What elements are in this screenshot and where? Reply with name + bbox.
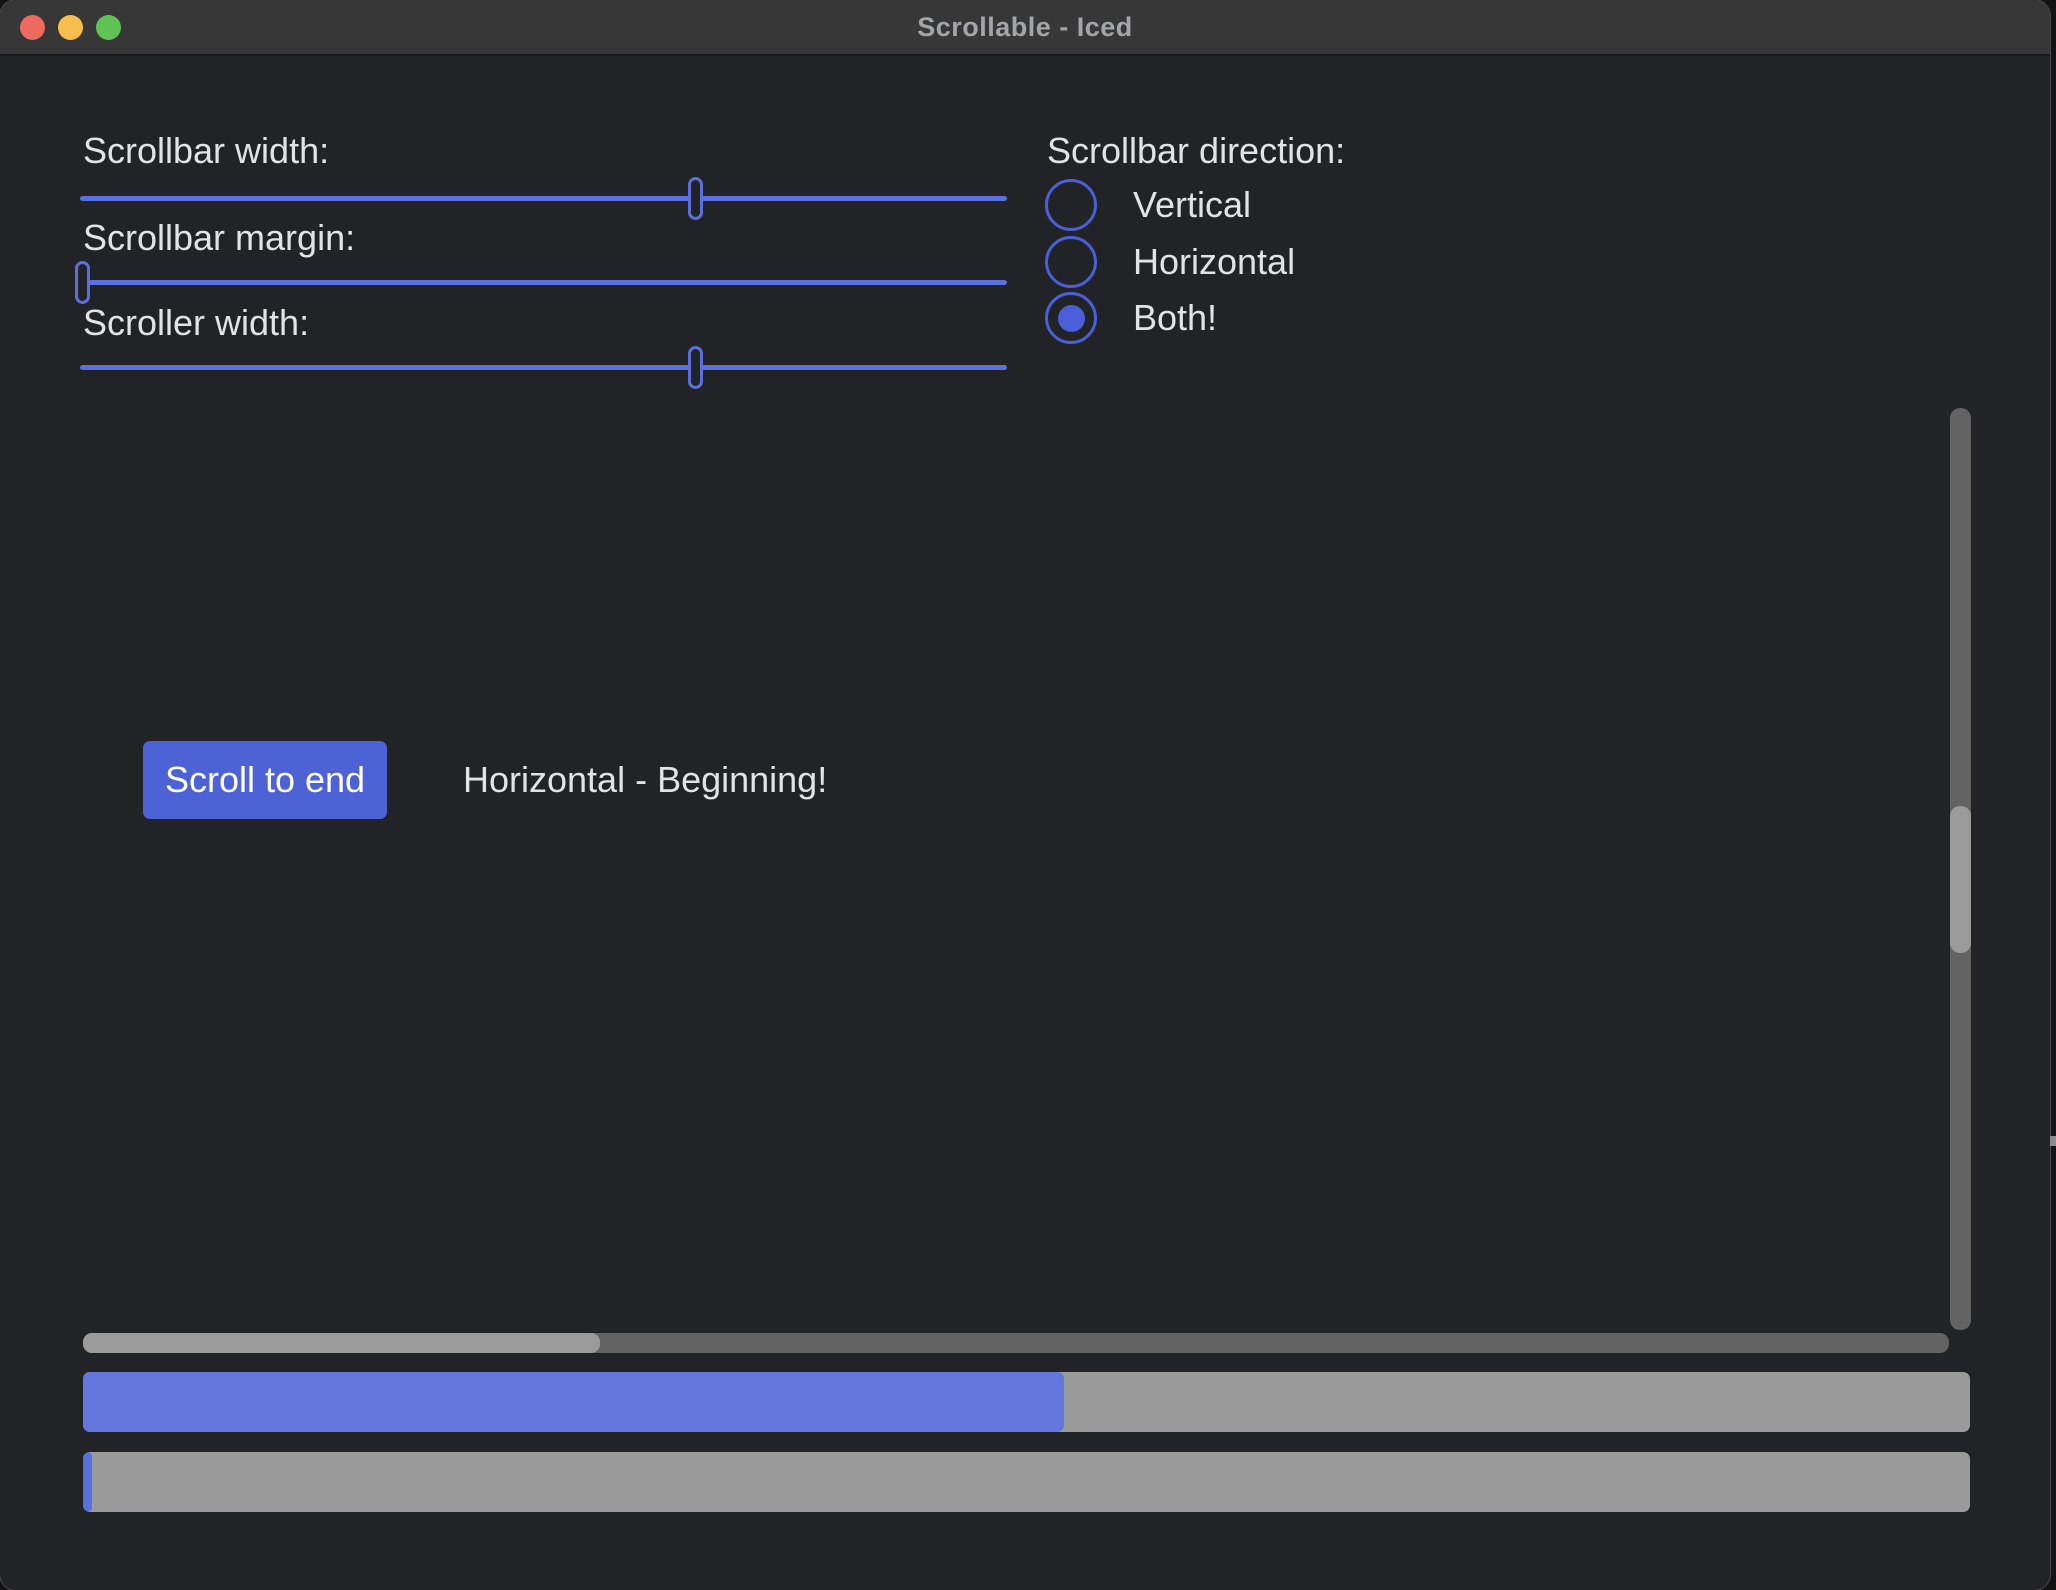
horizontal-scrollbar-track[interactable] <box>83 1333 1949 1353</box>
scrollbar-width-slider-handle[interactable] <box>688 177 703 220</box>
scroller-width-label: Scroller width: <box>83 302 309 343</box>
scrollbar-direction-label: Scrollbar direction: <box>1047 130 1345 171</box>
zoom-button[interactable] <box>96 15 121 40</box>
background-window-edge <box>2050 1136 2056 1146</box>
scroller-width-slider-handle[interactable] <box>688 346 703 389</box>
horizontal-scroll-progressbar-fill <box>83 1452 92 1512</box>
scroller-width-slider-track[interactable] <box>80 365 1007 370</box>
scrollbar-width-label: Scrollbar width: <box>83 130 329 171</box>
vertical-scroll-progressbar <box>83 1372 1970 1432</box>
horizontal-scroll-progressbar <box>83 1452 1970 1512</box>
titlebar[interactable]: Scrollable - Iced <box>0 0 2050 56</box>
radio-vertical[interactable]: Vertical <box>1045 179 1251 231</box>
scrollbar-margin-slider-handle[interactable] <box>75 261 90 304</box>
radio-horizontal-label: Horizontal <box>1133 241 1295 283</box>
vertical-scrollbar-thumb[interactable] <box>1950 806 1971 953</box>
horizontal-scrollbar-thumb[interactable] <box>83 1333 600 1353</box>
radio-selected-dot <box>1058 305 1085 332</box>
radio-vertical-label: Vertical <box>1133 184 1251 226</box>
vertical-scroll-progressbar-fill <box>83 1372 1064 1432</box>
scrollbar-margin-label: Scrollbar margin: <box>83 217 355 258</box>
window-title: Scrollable - Iced <box>917 12 1133 43</box>
scroll-to-end-button[interactable]: Scroll to end <box>143 741 387 819</box>
scrollbar-margin-slider-track[interactable] <box>80 280 1007 285</box>
radio-both[interactable]: Both! <box>1045 292 1217 344</box>
radio-horizontal[interactable]: Horizontal <box>1045 236 1295 288</box>
minimize-button[interactable] <box>58 15 83 40</box>
scroll-status-text: Horizontal - Beginning! <box>463 741 827 819</box>
radio-both-label: Both! <box>1133 297 1217 339</box>
vertical-scrollbar-track[interactable] <box>1950 408 1971 1330</box>
radio-horizontal-circle[interactable] <box>1045 236 1097 288</box>
app-window: Scrollable - Iced Scrollbar width: Scrol… <box>0 0 2050 1590</box>
scrollbar-width-slider-track[interactable] <box>80 196 1007 201</box>
close-button[interactable] <box>20 15 45 40</box>
radio-both-circle[interactable] <box>1045 292 1097 344</box>
radio-vertical-circle[interactable] <box>1045 179 1097 231</box>
scroll-to-end-button-label: Scroll to end <box>165 759 365 801</box>
